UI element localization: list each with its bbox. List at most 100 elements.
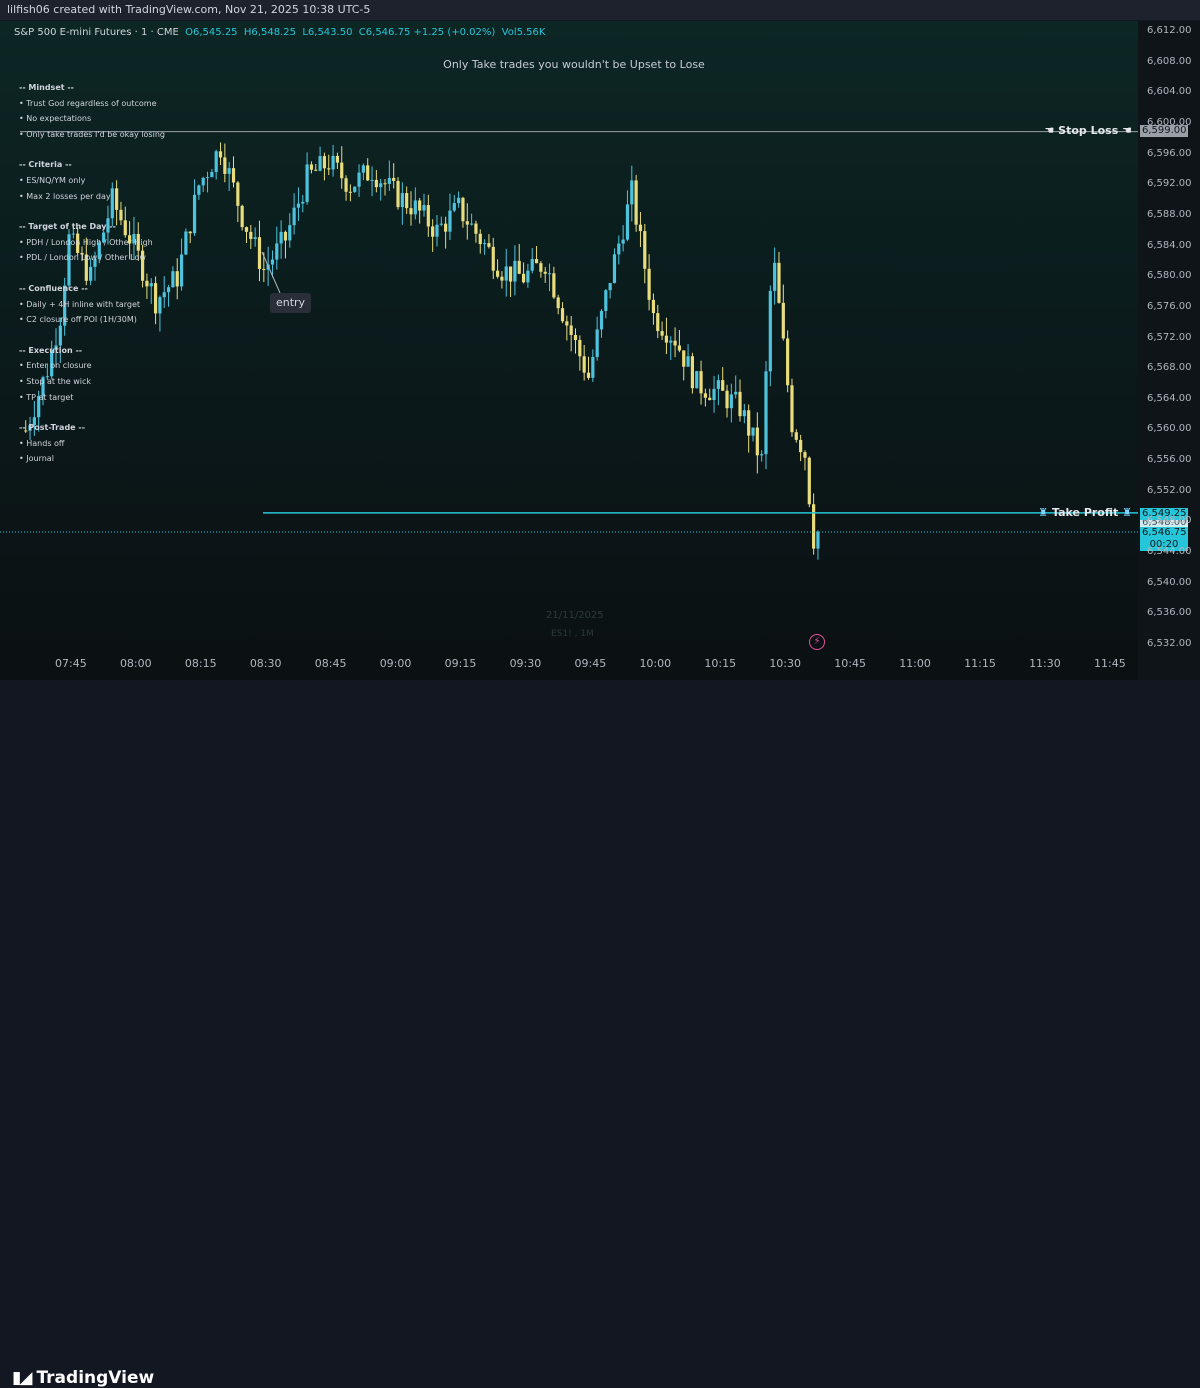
candle-body <box>483 243 487 245</box>
candle-body <box>418 200 422 211</box>
candle-body <box>547 273 552 275</box>
candle-body <box>452 203 456 211</box>
candle-body <box>638 224 643 232</box>
note-heading: -- Target of the Day -- <box>19 222 116 232</box>
price-tick-label: 6,560.00 <box>1147 423 1192 435</box>
candle-body <box>448 210 452 232</box>
note-item: • ES/NQ/YM only <box>19 176 86 185</box>
candle-body <box>379 183 383 188</box>
candle-body <box>119 209 123 221</box>
tradingview-logo[interactable]: ▮◢ TradingView <box>12 1368 154 1388</box>
candle-body <box>474 223 478 234</box>
candle-body <box>158 297 162 314</box>
time-tick-label: 08:45 <box>314 657 347 670</box>
candle-body <box>760 454 764 456</box>
candle-body <box>292 207 296 226</box>
watermark-date: 21/11/2025 <box>546 610 604 621</box>
candle-body <box>175 271 179 287</box>
price-tick-label: 6,536.00 <box>1147 607 1192 619</box>
candle-body <box>690 356 694 389</box>
candle-body <box>799 439 803 453</box>
ohlc-low: L6,543.50 <box>302 27 353 38</box>
time-tick-label: 08:15 <box>184 657 217 670</box>
footer: ▮◢ TradingView <box>0 680 1200 1388</box>
price-tick-label: 6,552.00 <box>1147 484 1192 496</box>
candle-body <box>716 380 720 389</box>
price-tick-label: 6,600.00 <box>1147 116 1192 128</box>
note-heading: -- Confluence -- <box>19 284 88 293</box>
candle-body <box>612 254 617 283</box>
candle-body <box>513 260 517 282</box>
price-tick-label: 6,568.00 <box>1147 362 1192 374</box>
candle-body <box>210 172 214 178</box>
candle-body <box>197 185 201 195</box>
chart-banner-note: Only Take trades you wouldn't be Upset t… <box>443 58 705 71</box>
candle-body <box>751 427 755 436</box>
candle-body <box>608 282 612 291</box>
candle-body <box>565 321 569 326</box>
candle-body <box>318 156 322 171</box>
candle-body <box>335 155 340 163</box>
symbol-legend[interactable]: S&P 500 E-mini Futures · 1 · CME O6,545.… <box>14 27 545 38</box>
candle-body <box>89 266 93 281</box>
candle-body <box>703 393 707 398</box>
note-item: • Daily + 4H inline with target <box>19 299 141 309</box>
candle-body <box>153 283 158 314</box>
price-tick-label: 6,572.00 <box>1147 331 1192 343</box>
note-item: • Max 2 losses per day <box>19 191 111 201</box>
candle-body <box>218 151 223 158</box>
candle-body <box>227 168 231 174</box>
candle-body <box>530 259 534 271</box>
candle-body <box>162 292 166 298</box>
candle-body <box>816 531 820 549</box>
candle-body <box>296 203 301 208</box>
lightning-bolt-icon[interactable]: ⚡ <box>809 634 825 650</box>
entry-label[interactable]: entry <box>270 293 311 313</box>
ohlc-high: H6,548.25 <box>243 27 296 38</box>
time-tick-label: 08:00 <box>119 657 152 670</box>
candle-body <box>487 243 491 247</box>
candle-body <box>366 165 370 181</box>
candle-body <box>444 223 448 232</box>
candle-body <box>439 223 443 225</box>
candle-body <box>500 276 504 281</box>
watermark-symbol: ES1! , 1M <box>551 629 594 639</box>
candle-body <box>478 233 482 245</box>
candle-body <box>179 254 184 287</box>
candle-body <box>812 504 816 549</box>
volume-readout: Vol5.56K <box>501 27 546 38</box>
price-tick-label: 6,556.00 <box>1147 454 1192 466</box>
candle-body <box>686 356 690 367</box>
time-tick-label: 09:15 <box>444 657 477 670</box>
candle-body <box>201 177 205 186</box>
candle-body <box>249 231 253 239</box>
candle-body <box>599 310 604 330</box>
time-tick-label: 11:45 <box>1094 657 1126 670</box>
candle-body <box>314 169 318 171</box>
candle-body <box>149 283 153 287</box>
money-bag-icon: ♜ <box>1038 506 1049 519</box>
candle-body <box>491 246 495 271</box>
candle-body <box>790 385 794 433</box>
candle-body <box>309 164 314 170</box>
candle-body <box>396 180 400 208</box>
candle-body <box>374 179 378 188</box>
candle-body <box>340 162 344 179</box>
candle-body <box>578 340 582 357</box>
candle-body <box>405 193 409 209</box>
candle-body <box>552 273 556 298</box>
candle-body <box>288 225 292 241</box>
candle-body <box>556 297 560 309</box>
price-tick-label: 6,604.00 <box>1147 86 1192 98</box>
candle-body <box>543 271 547 274</box>
candle-body <box>370 179 374 181</box>
time-tick-label: 09:00 <box>379 657 412 670</box>
candle-body <box>591 356 595 378</box>
candle-body <box>725 390 729 409</box>
stop-loss-label[interactable]: ☚ Stop Loss ☚ <box>1044 124 1132 137</box>
take-profit-label[interactable]: ♜ Take Profit ♜ <box>1038 506 1132 519</box>
candle-body <box>630 180 634 205</box>
symbol-name[interactable]: S&P 500 E-mini Futures · 1 · CME <box>14 27 179 38</box>
candle-body <box>508 266 513 282</box>
candle-body <box>461 197 465 222</box>
